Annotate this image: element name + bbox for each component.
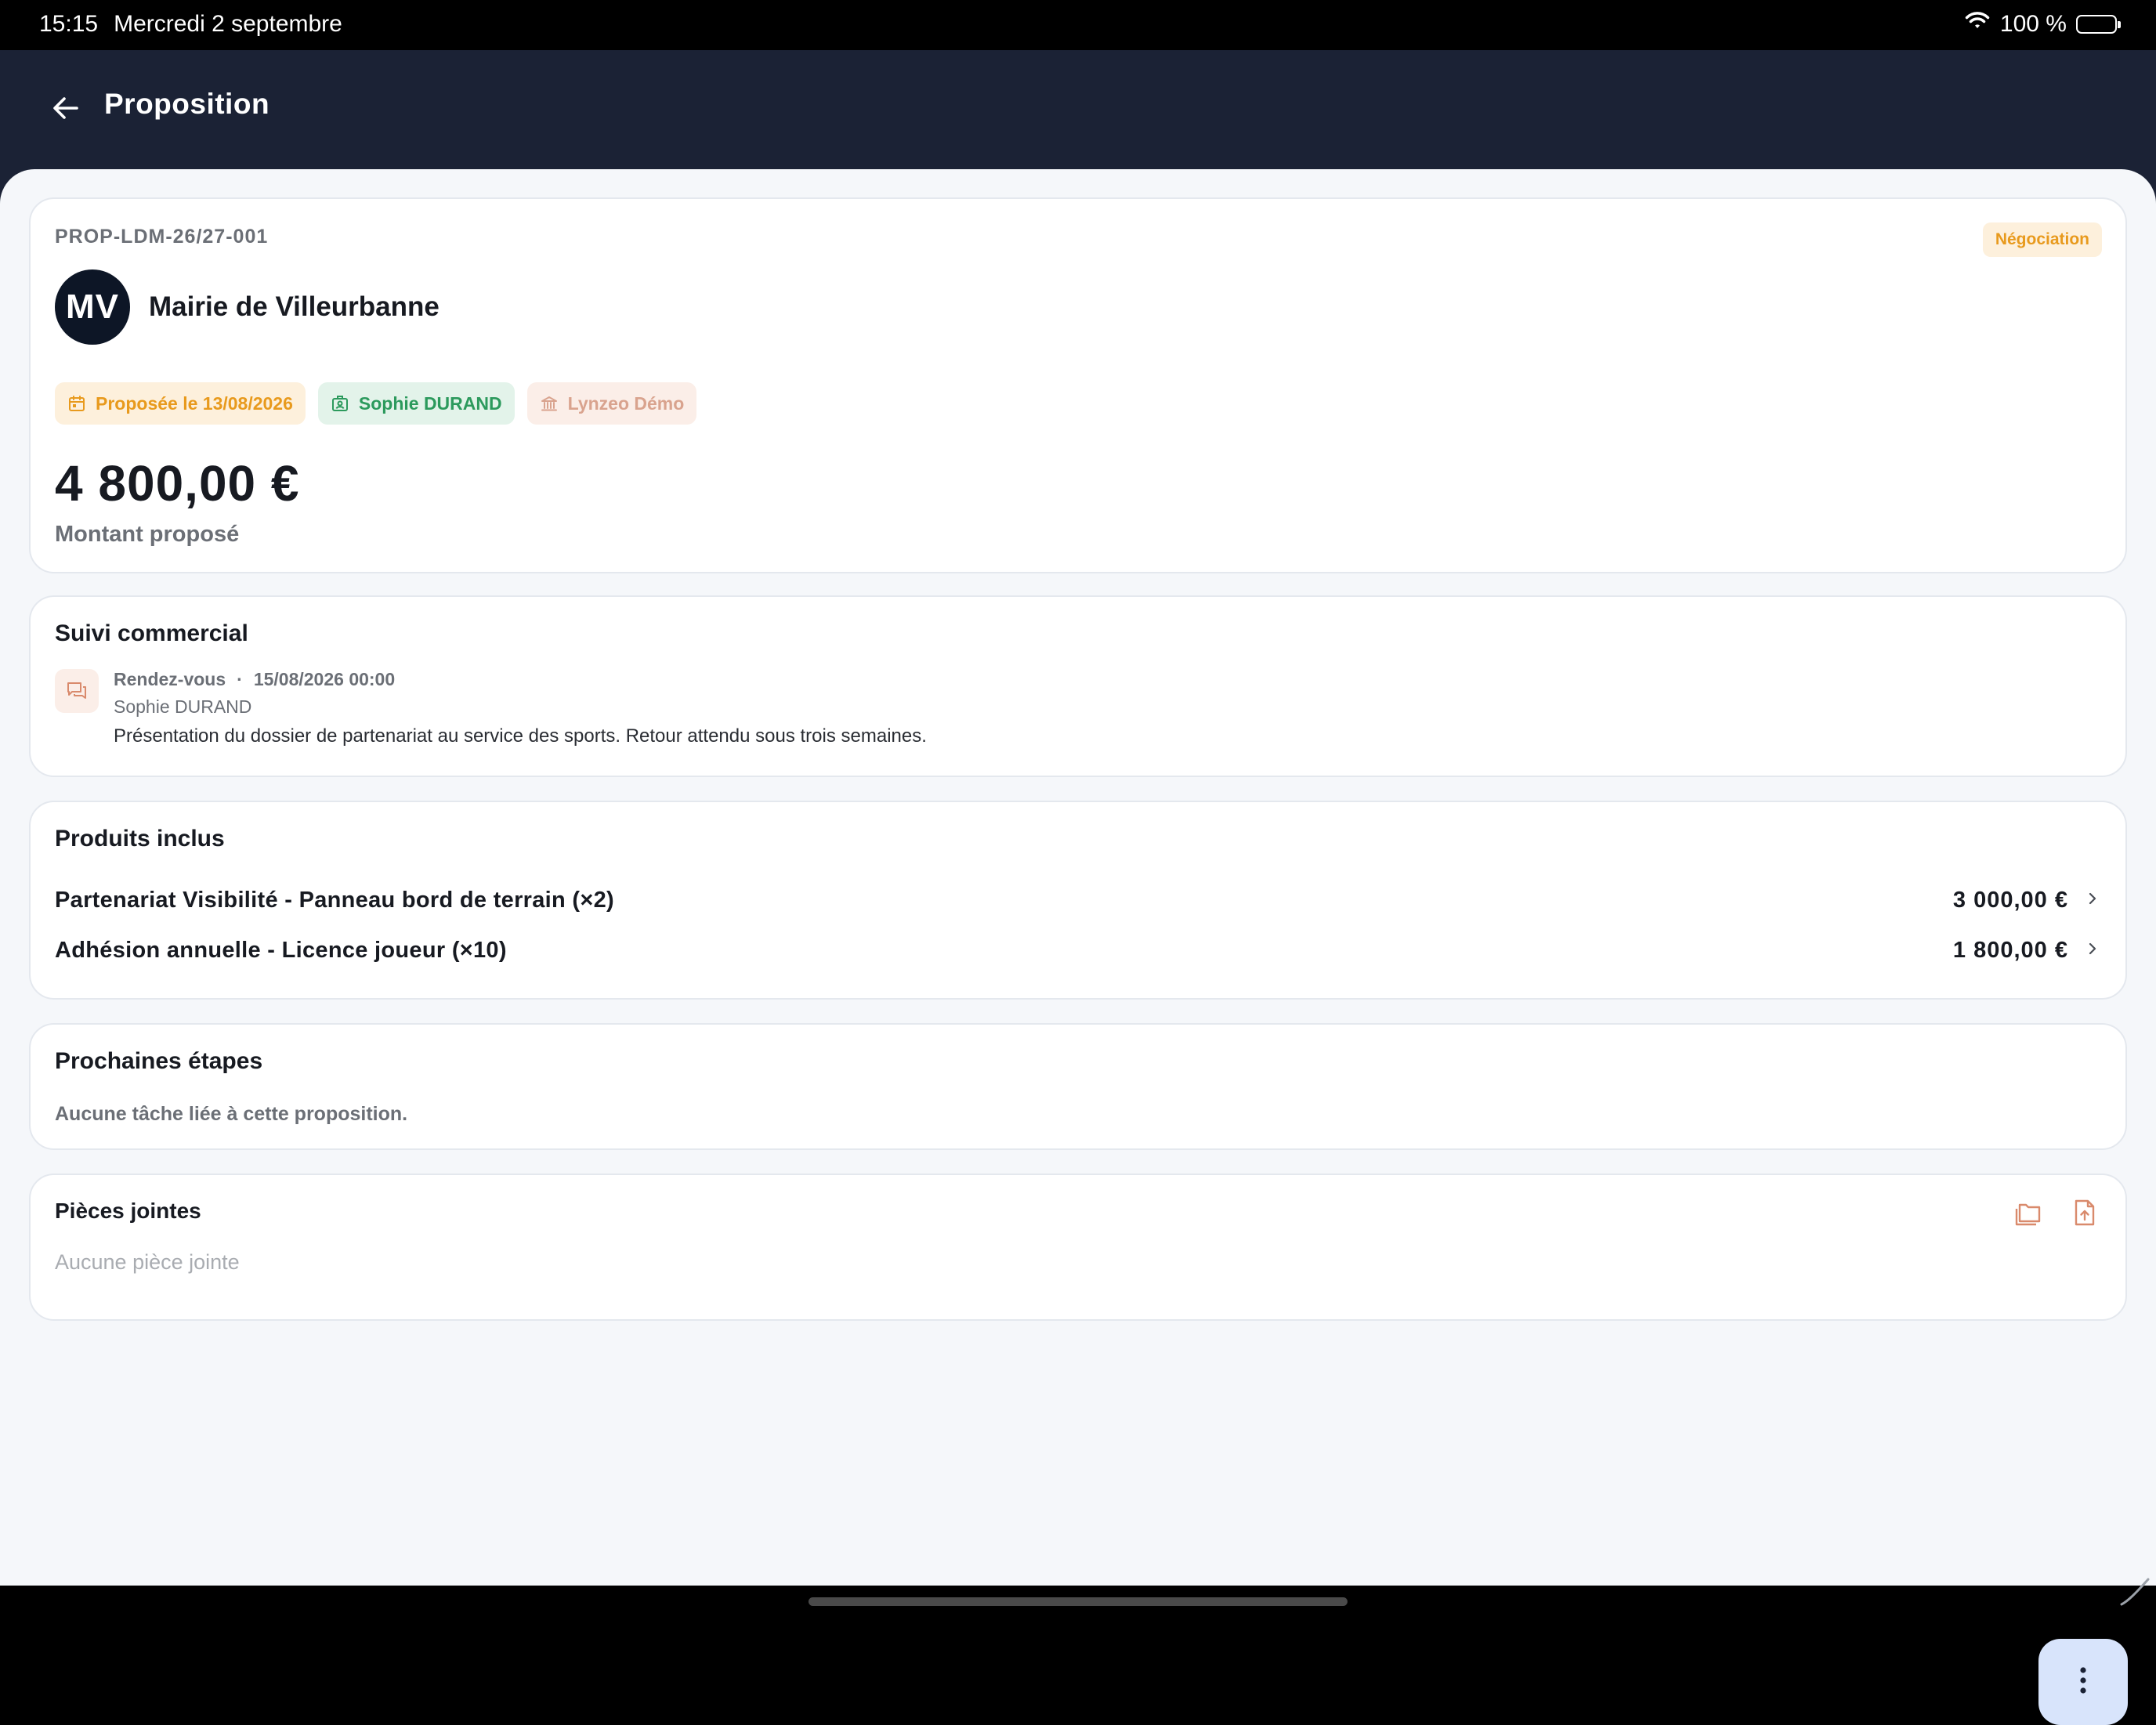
product-row[interactable]: Adhésion annuelle - Licence joueur (×10)… [55,931,2101,970]
product-name: Partenariat Visibilité - Panneau bord de… [55,887,614,913]
wifi-icon [1964,11,1991,38]
upload-attachment-button[interactable] [2067,1197,2102,1231]
timeline-entry-text: Présentation du dossier de partenariat a… [114,725,927,747]
timeline-entry-author: Sophie DURAND [114,696,252,717]
status-time: 15:15 [39,11,99,37]
back-button[interactable] [41,85,91,135]
more-actions-button[interactable] [2038,1639,2128,1725]
product-price: 1 800,00 € [1952,937,2068,963]
chat-icon [55,669,99,713]
empty-steps-message: Aucune tâche liée à cette proposition. [55,1103,408,1125]
owner-chip: Sophie DURAND [317,382,515,425]
bank-icon [540,394,559,413]
timeline-entry-datetime: 15/08/2026 00:00 [253,669,396,689]
proposal-summary-card: PROP-LDM-26/27-001 Négociation MV Mairie… [29,197,2127,573]
battery-icon [2076,15,2121,34]
section-title-etapes: Prochaines étapes [55,1048,263,1074]
prochaines-etapes-card: Prochaines étapes Aucune tâche liée à ce… [29,1023,2127,1150]
proposal-reference: PROP-LDM-26/27-001 [55,226,269,248]
produits-card: Produits inclus Partenariat Visibilité -… [29,801,2127,1000]
product-row[interactable]: Partenariat Visibilité - Panneau bord de… [55,881,2101,920]
content-sheet: PROP-LDM-26/27-001 Négociation MV Mairie… [0,169,2156,1725]
home-indicator[interactable] [808,1597,1348,1606]
pieces-jointes-card: Pièces jointes Aucune pièce jointe [29,1174,2127,1321]
avatar: MV [55,269,130,345]
browse-attachments-button[interactable] [2011,1197,2046,1231]
timeline-entry-separator: · [237,669,243,689]
chevron-right-icon [2084,940,2101,961]
timeline-entry-header: Rendez-vous · 15/08/2026 00:00 [114,669,395,690]
section-title-produits: Produits inclus [55,826,225,852]
proposal-amount-label: Montant proposé [55,522,240,547]
client-name: Mairie de Villeurbanne [149,291,440,322]
proposal-date-text: Proposée le 13/08/2026 [96,392,293,414]
folder-icon [2013,1197,2044,1232]
calendar-icon [67,394,86,413]
status-date: Mercredi 2 septembre [114,11,342,37]
arrow-left-icon [50,92,81,128]
organization-chip: Lynzeo Démo [526,382,697,425]
section-title-suivi: Suivi commercial [55,620,248,646]
file-upload-icon [2069,1197,2100,1232]
timeline-entry-type: Rendez-vous [114,669,226,689]
battery-percent: 100 % [1999,11,2067,37]
suivi-commercial-card: Suivi commercial Rendez-vous · 15/08/202… [29,595,2127,777]
organization-name: Lynzeo Démo [567,392,685,414]
info-chips: Proposée le 13/08/2026 Sophie DURAND Lyn… [55,382,697,425]
attachment-actions [2011,1197,2102,1231]
chevron-right-icon [2084,890,2101,911]
owner-name: Sophie DURAND [358,392,502,414]
status-bar: 15:15 Mercredi 2 septembre 100 % [0,0,2156,50]
id-badge-icon [331,394,349,413]
more-vertical-icon [2078,1665,2089,1700]
proposal-date-chip: Proposée le 13/08/2026 [55,382,306,425]
product-price: 3 000,00 € [1952,887,2068,913]
section-title-pieces: Pièces jointes [55,1199,201,1223]
proposal-amount: 4 800,00 € [55,455,300,512]
pencil-icon [2117,1573,2151,1611]
empty-attachments-message: Aucune pièce jointe [55,1250,240,1274]
product-name: Adhésion annuelle - Licence joueur (×10) [55,937,507,963]
status-badge: Négociation [1982,222,2102,257]
page-title: Proposition [104,88,270,120]
